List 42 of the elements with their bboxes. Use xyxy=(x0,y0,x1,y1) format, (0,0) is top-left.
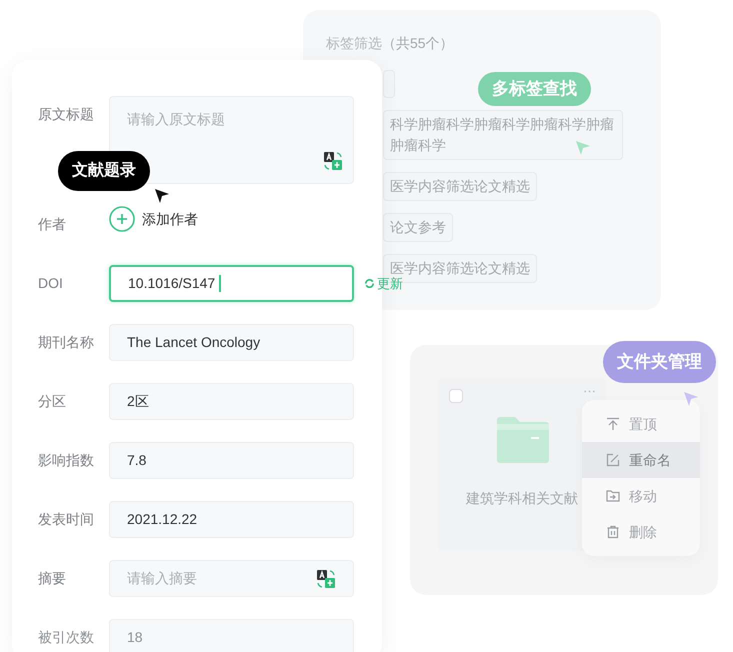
text-field[interactable]: The Lancet Oncology xyxy=(109,324,354,361)
add-author-button[interactable]: 添加作者 xyxy=(109,206,198,232)
field-label: 影响指数 xyxy=(38,451,95,470)
text-field[interactable]: 2区 xyxy=(109,383,354,420)
tag-chip[interactable]: 医学内容筛选论文精选 xyxy=(383,172,537,201)
folder-move-icon xyxy=(606,489,620,503)
more-options-button[interactable]: ··· xyxy=(583,381,596,400)
folder-name: 建筑学科相关文献 xyxy=(466,489,578,508)
cursor-arrow-icon xyxy=(575,140,591,156)
feature-badge: 多标签查找 xyxy=(478,72,591,106)
cursor-arrow-icon xyxy=(683,391,699,407)
edit-icon xyxy=(606,453,620,467)
cursor-arrow-icon xyxy=(154,188,170,204)
text-field[interactable]: 2021.12.22 xyxy=(109,501,354,538)
field-label: 发表时间 xyxy=(38,510,95,529)
pin-top-icon xyxy=(606,417,620,431)
feature-badge: 文件夹管理 xyxy=(603,341,716,382)
field-label: 分区 xyxy=(38,392,67,411)
field-label: DOI xyxy=(38,274,64,293)
text-field[interactable]: 10.1016/S147 xyxy=(109,265,354,302)
tag-chip[interactable]: 科学肿瘤科学肿瘤科学肿瘤科学肿瘤肿瘤科学 xyxy=(383,110,623,160)
field-label: 原文标题 xyxy=(38,105,95,124)
tooltip-badge: 文献题录 xyxy=(58,151,150,191)
checkbox[interactable] xyxy=(449,389,463,403)
translate-icon[interactable] xyxy=(316,568,336,588)
field-label: 被引次数 xyxy=(38,628,95,647)
text-field[interactable]: 请输入摘要 xyxy=(109,560,354,597)
panel-title: 标签筛选 xyxy=(326,34,382,53)
field-label: 期刊名称 xyxy=(38,333,95,352)
tag-chip[interactable]: 论文参考 xyxy=(383,213,453,242)
translate-icon[interactable] xyxy=(323,151,343,171)
menu-item[interactable]: 重命名 xyxy=(582,442,700,478)
text-field[interactable]: 18 xyxy=(109,619,354,652)
trash-icon xyxy=(606,525,620,539)
text-field[interactable]: 7.8 xyxy=(109,442,354,479)
plus-circle-icon xyxy=(109,206,135,232)
text-caret xyxy=(219,275,221,292)
tag-count: （共55个） xyxy=(382,34,454,53)
field-label: 摘要 xyxy=(38,569,67,588)
folder-icon xyxy=(497,417,549,463)
field-label: 作者 xyxy=(38,215,67,234)
refresh-icon xyxy=(364,278,375,289)
